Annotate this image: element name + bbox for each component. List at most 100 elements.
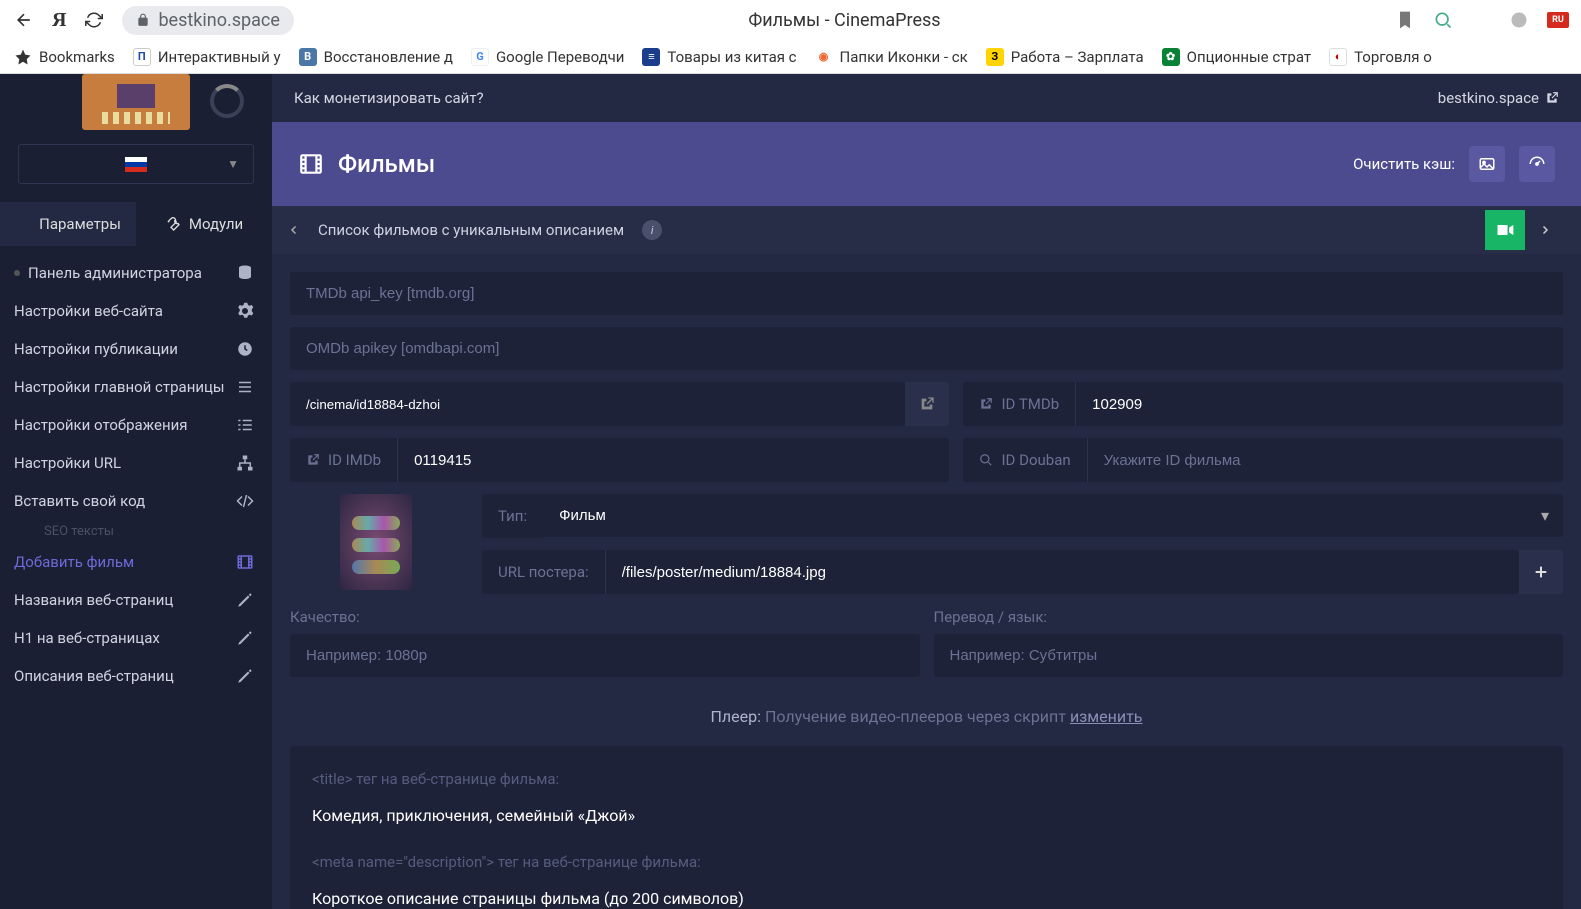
video-icon: [1495, 220, 1515, 240]
sidebar-subheader: SEO тексты: [0, 520, 272, 543]
bookmark-item[interactable]: ВВосстановление д: [299, 48, 453, 66]
bookmark-item[interactable]: ✿Опционные страт: [1162, 48, 1311, 66]
title-tag-value[interactable]: Комедия, приключения, семейный «Джой»: [312, 806, 1541, 825]
sidebar-item-insert-code[interactable]: Вставить свой код: [0, 482, 272, 520]
id-tmdb-label: ID TMDb: [963, 382, 1075, 426]
sidebar-item-home-settings[interactable]: Настройки главной страницы: [0, 368, 272, 406]
quality-input[interactable]: [290, 634, 920, 677]
reload-button[interactable]: [82, 8, 106, 32]
translate-label: Перевод / язык:: [934, 608, 1564, 626]
sidebar-item-admin-panel[interactable]: Панель администратора: [0, 254, 272, 292]
download-icon[interactable]: [1471, 10, 1491, 30]
bookmarks-root[interactable]: Bookmarks: [14, 48, 115, 66]
type-select[interactable]: Фильм: [543, 494, 1563, 537]
tab-modules[interactable]: Модули: [136, 202, 272, 246]
browser-page-title: Фильмы - CinemaPress: [310, 10, 1379, 31]
breadcrumb-back[interactable]: [288, 221, 300, 239]
address-bar[interactable]: bestkino.space: [122, 6, 293, 35]
address-text: bestkino.space: [158, 10, 279, 31]
sidebar-item-descriptions[interactable]: Описания веб-страниц: [0, 657, 272, 695]
bookmark-flag-icon[interactable]: [1395, 10, 1415, 30]
omdb-api-input[interactable]: [290, 327, 1563, 370]
id-tmdb-input[interactable]: [1075, 382, 1563, 426]
meta-desc-label: <meta name="description"> тег на веб-стр…: [312, 853, 1541, 871]
sliders-icon: [15, 216, 31, 232]
list-icon: [236, 378, 254, 396]
external-link-icon: [306, 453, 320, 467]
video-button[interactable]: [1485, 210, 1525, 250]
poster-url-input[interactable]: [605, 550, 1519, 594]
sidebar-item-page-titles[interactable]: Названия веб-страниц: [0, 581, 272, 619]
add-poster-button[interactable]: [1519, 550, 1563, 594]
external-link-icon: [919, 396, 935, 412]
movie-url-input[interactable]: [290, 382, 905, 426]
bookmark-item[interactable]: ≡Товары из китая с: [642, 48, 796, 66]
clock-icon: [236, 340, 254, 358]
bookmarks-bar: Bookmarks ПИнтерактивный у ВВосстановлен…: [0, 40, 1581, 74]
sidebar-item-add-movie[interactable]: Добавить фильм: [0, 543, 272, 581]
id-douban-input[interactable]: [1087, 438, 1563, 482]
site-link[interactable]: bestkino.space: [1438, 89, 1559, 107]
lang-badge-icon[interactable]: RU: [1547, 12, 1569, 28]
translate-input[interactable]: [934, 634, 1564, 677]
type-label: Тип:: [482, 494, 543, 538]
star-icon: [14, 48, 32, 66]
sidebar-item-h1[interactable]: H1 на веб-страницах: [0, 619, 272, 657]
bookmark-item[interactable]: ◐Торговля о: [1329, 48, 1432, 66]
code-icon: [236, 492, 254, 510]
flag-ru-icon: [125, 157, 147, 172]
page-header: Фильмы Очистить кэш:: [272, 122, 1581, 206]
page-title: Фильмы: [338, 150, 435, 178]
meta-box: <title> тег на веб-странице фильма: Коме…: [290, 746, 1563, 909]
bookmark-item[interactable]: ПИнтерактивный у: [133, 48, 281, 66]
sidebar-item-url-settings[interactable]: Настройки URL: [0, 444, 272, 482]
wrench-icon: [165, 216, 181, 232]
external-link-icon: [979, 397, 993, 411]
bookmark-item[interactable]: ЗРабота – Зарплата: [986, 48, 1144, 66]
id-imdb-input[interactable]: [397, 438, 949, 482]
logo[interactable]: [0, 74, 272, 130]
profile-icon[interactable]: [1509, 10, 1529, 30]
image-icon: [1478, 155, 1496, 173]
pencil-icon: [236, 667, 254, 685]
topbar: Как монетизировать сайт? bestkino.space: [272, 74, 1581, 122]
monetize-link[interactable]: Как монетизировать сайт?: [294, 89, 484, 107]
back-button[interactable]: [12, 8, 36, 32]
language-select[interactable]: ▼: [18, 144, 254, 184]
sidebar-item-publish-settings[interactable]: Настройки публикации: [0, 330, 272, 368]
search-icon: [979, 453, 993, 467]
film-icon: [298, 151, 324, 177]
sidebar-item-site-settings[interactable]: Настройки веб-сайта: [0, 292, 272, 330]
cache-label: Очистить кэш:: [1353, 155, 1455, 173]
form-area: ID TMDb ID IMDb ID Douban Тип:: [272, 254, 1581, 909]
film-icon: [236, 553, 254, 571]
external-link-icon: [1545, 91, 1559, 105]
pencil-icon: [236, 591, 254, 609]
database-icon: [236, 264, 254, 282]
cache-speed-button[interactable]: [1519, 146, 1555, 182]
browser-toolbar: Я bestkino.space Фильмы - CinemaPress RU: [0, 0, 1581, 40]
id-imdb-label: ID IMDb: [290, 438, 397, 482]
search-ext-icon[interactable]: [1433, 10, 1453, 30]
breadcrumb-text: Список фильмов с уникальным описанием: [318, 221, 624, 239]
gear-icon: [236, 302, 254, 320]
meta-desc-value[interactable]: Короткое описание страницы фильма (до 20…: [312, 889, 1541, 908]
cache-images-button[interactable]: [1469, 146, 1505, 182]
tab-params[interactable]: Параметры: [0, 202, 136, 246]
yandex-logo[interactable]: Я: [52, 9, 66, 32]
bookmark-item[interactable]: GGoogle Переводчи: [471, 48, 624, 66]
quality-label: Качество:: [290, 608, 920, 626]
tmdb-api-input[interactable]: [290, 272, 1563, 315]
pencil-icon: [236, 629, 254, 647]
open-url-button[interactable]: [905, 382, 949, 426]
bookmark-item[interactable]: ◉Папки Иконки - ск: [815, 48, 968, 66]
player-row: Плеер: Получение видео-плееров через скр…: [290, 691, 1563, 746]
info-icon[interactable]: i: [642, 220, 662, 240]
breadcrumb-next[interactable]: [1525, 210, 1565, 250]
speedometer-icon: [1528, 155, 1546, 173]
sidebar-item-display-settings[interactable]: Настройки отображения: [0, 406, 272, 444]
player-change-link[interactable]: изменить: [1070, 707, 1143, 726]
title-tag-label: <title> тег на веб-странице фильма:: [312, 770, 1541, 788]
poster-thumbnail[interactable]: [340, 494, 412, 590]
plus-icon: [1533, 564, 1549, 580]
